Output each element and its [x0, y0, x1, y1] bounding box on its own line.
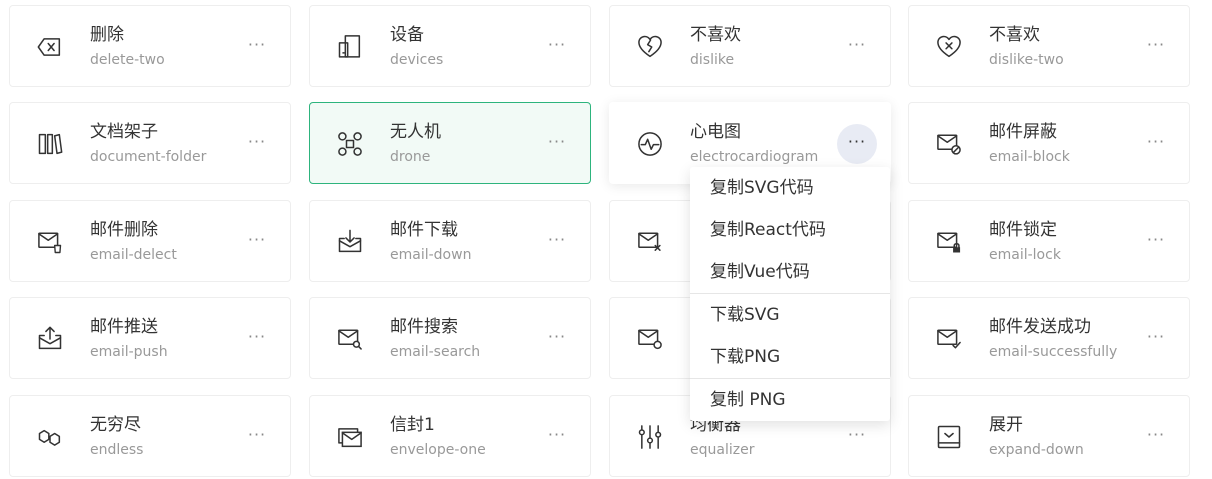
- icon-slug: devices: [390, 52, 444, 68]
- icon-slug: drone: [390, 149, 431, 165]
- icon-slug: dislike-two: [989, 52, 1064, 68]
- icon-slug: delete-two: [90, 52, 165, 68]
- email-search-icon: [336, 325, 364, 353]
- equalizer-icon: [636, 423, 664, 451]
- icon-card[interactable]: 邮件下载 email-down ···: [309, 200, 591, 282]
- more-options-button[interactable]: ···: [1136, 124, 1176, 164]
- icon-title: 设备: [390, 25, 424, 45]
- icon-title: 邮件搜索: [390, 317, 458, 337]
- icon-title: 展开: [989, 415, 1023, 435]
- more-options-button[interactable]: ···: [537, 27, 577, 67]
- more-options-button[interactable]: ···: [237, 27, 277, 67]
- email-down-icon: [336, 228, 364, 256]
- icon-card[interactable]: 邮件删除 email-delect ···: [9, 200, 291, 282]
- more-options-button[interactable]: ···: [237, 319, 277, 359]
- icon-slug: email-search: [390, 344, 481, 360]
- icon-slug: email-lock: [989, 247, 1061, 263]
- more-options-button[interactable]: ···: [1136, 222, 1176, 262]
- icon-card[interactable]: 邮件屏蔽 email-block ···: [908, 102, 1190, 184]
- icon-actions-menu: 复制SVG代码 复制React代码 复制Vue代码 下载SVG 下载PNG 复制…: [690, 167, 890, 421]
- icon-card[interactable]: 邮件搜索 email-search ···: [309, 297, 591, 379]
- more-options-button[interactable]: ···: [537, 417, 577, 457]
- more-options-button[interactable]: ···: [237, 124, 277, 164]
- electrocardiogram-icon: [636, 130, 664, 158]
- icon-slug: envelope-one: [390, 442, 486, 458]
- drone-icon: [336, 130, 364, 158]
- icon-card[interactable]: 无穷尽 endless ···: [9, 395, 291, 477]
- email-fail-icon: [636, 228, 664, 256]
- more-options-button[interactable]: ···: [237, 222, 277, 262]
- icon-title: 删除: [90, 25, 124, 45]
- icon-title: 心电图: [690, 122, 741, 142]
- more-options-button[interactable]: ···: [537, 222, 577, 262]
- envelope-one-icon: [336, 423, 364, 451]
- document-folder-icon: [36, 130, 64, 158]
- icon-card[interactable]: 文档架子 document-folder ···: [9, 102, 291, 184]
- icon-title: 邮件推送: [90, 317, 158, 337]
- icon-title: 不喜欢: [690, 25, 741, 45]
- more-options-button[interactable]: ···: [1136, 319, 1176, 359]
- icon-slug: endless: [90, 442, 144, 458]
- icon-slug: email-push: [90, 344, 168, 360]
- icon-card[interactable]: 删除 delete-two ···: [9, 5, 291, 87]
- icon-card[interactable]: 邮件锁定 email-lock ···: [908, 200, 1190, 282]
- icon-title: 邮件下载: [390, 220, 458, 240]
- icon-slug: email-down: [390, 247, 472, 263]
- icon-card[interactable]: 无人机 drone ···: [309, 102, 591, 184]
- more-options-button[interactable]: ···: [237, 417, 277, 457]
- email-push-icon: [36, 325, 64, 353]
- icon-slug: email-block: [989, 149, 1070, 165]
- icon-card[interactable]: 不喜欢 dislike ···: [609, 5, 891, 87]
- icon-slug: email-delect: [90, 247, 177, 263]
- more-options-button[interactable]: ···: [1136, 417, 1176, 457]
- more-options-button[interactable]: ···: [837, 124, 877, 164]
- icon-title: 邮件屏蔽: [989, 122, 1057, 142]
- icon-card[interactable]: 信封1 envelope-one ···: [309, 395, 591, 477]
- icon-slug: dislike: [690, 52, 735, 68]
- devices-icon: [336, 33, 364, 61]
- more-options-button[interactable]: ···: [537, 124, 577, 164]
- email-delect-icon: [36, 228, 64, 256]
- icon-title: 无人机: [390, 122, 441, 142]
- email-security-icon: [636, 325, 664, 353]
- icon-title: 无穷尽: [90, 415, 141, 435]
- menu-copy-png[interactable]: 复制 PNG: [690, 379, 890, 421]
- email-block-icon: [935, 130, 963, 158]
- menu-copy-vue[interactable]: 复制Vue代码: [690, 251, 890, 293]
- icon-card[interactable]: 展开 expand-down ···: [908, 395, 1190, 477]
- icon-title: 文档架子: [90, 122, 158, 142]
- icon-card[interactable]: 邮件推送 email-push ···: [9, 297, 291, 379]
- icon-slug: document-folder: [90, 149, 207, 165]
- more-options-button[interactable]: ···: [837, 417, 877, 457]
- dislike-two-icon: [935, 33, 963, 61]
- icon-slug: email-successfully: [989, 344, 1118, 360]
- more-options-button[interactable]: ···: [537, 319, 577, 359]
- menu-download-png[interactable]: 下载PNG: [690, 336, 890, 378]
- icon-card[interactable]: 邮件发送成功 email-successfully ···: [908, 297, 1190, 379]
- icon-slug: expand-down: [989, 442, 1084, 458]
- menu-copy-svg[interactable]: 复制SVG代码: [690, 167, 890, 209]
- delete-two-icon: [36, 33, 64, 61]
- icon-title: 邮件发送成功: [989, 317, 1091, 337]
- icon-slug: electrocardiogram: [690, 149, 819, 165]
- expand-down-icon: [935, 423, 963, 451]
- more-options-button[interactable]: ···: [1136, 27, 1176, 67]
- email-successfully-icon: [935, 325, 963, 353]
- dislike-icon: [636, 33, 664, 61]
- more-options-button[interactable]: ···: [837, 27, 877, 67]
- icon-grid: 删除 delete-two ··· 设备 devices ··· 不喜欢 dislike ···…: [0, 0, 1212, 479]
- icon-card[interactable]: 设备 devices ···: [309, 5, 591, 87]
- email-lock-icon: [935, 228, 963, 256]
- icon-card[interactable]: 不喜欢 dislike-two ···: [908, 5, 1190, 87]
- icon-title: 邮件删除: [90, 220, 158, 240]
- menu-download-svg[interactable]: 下载SVG: [690, 294, 890, 336]
- icon-title: 邮件锁定: [989, 220, 1057, 240]
- menu-copy-react[interactable]: 复制React代码: [690, 209, 890, 251]
- icon-slug: equalizer: [690, 442, 755, 458]
- endless-icon: [36, 423, 64, 451]
- icon-title: 不喜欢: [989, 25, 1040, 45]
- icon-title: 信封1: [390, 415, 435, 435]
